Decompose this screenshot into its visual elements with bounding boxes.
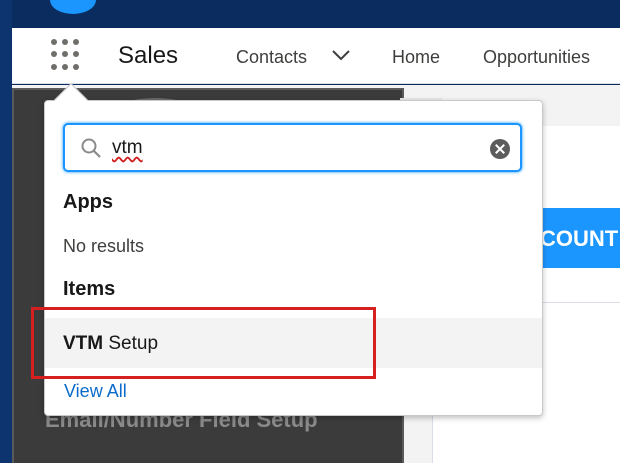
divider <box>532 302 620 303</box>
app-name: Sales <box>118 42 179 69</box>
apps-heading: Apps <box>63 191 113 213</box>
items-heading: Items <box>63 278 116 300</box>
nav-item-home[interactable]: Home <box>392 47 440 68</box>
view-all-link[interactable]: View All <box>64 381 127 402</box>
chevron-down-icon[interactable] <box>330 46 352 64</box>
apps-no-results: No results <box>63 236 145 256</box>
app-launcher-icon[interactable] <box>49 37 85 73</box>
nav-item-contacts[interactable]: Contacts <box>236 47 307 68</box>
highlight-annotation <box>31 307 376 379</box>
frame-edge <box>0 0 12 463</box>
clear-icon[interactable] <box>490 139 510 159</box>
nav-item-opportunities[interactable]: Opportunities <box>483 47 590 68</box>
search-icon <box>81 138 101 158</box>
account-banner-text: COUNT <box>540 226 619 251</box>
search-value[interactable]: vtm <box>112 137 143 159</box>
top-strip <box>12 0 620 28</box>
